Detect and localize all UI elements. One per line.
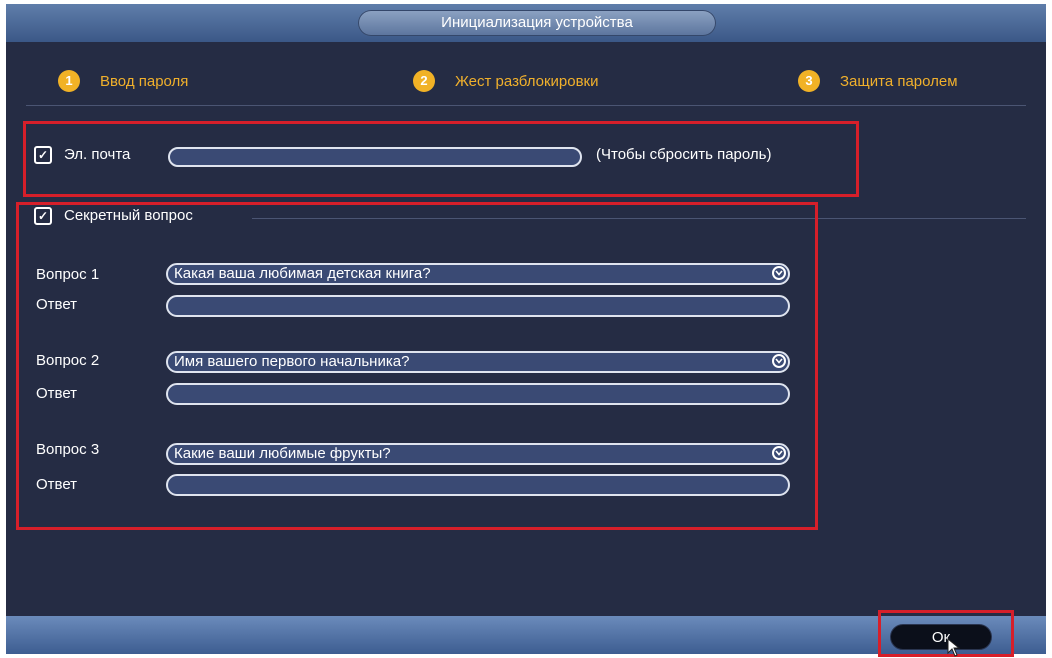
- security-highlight-box: [16, 202, 818, 530]
- step-2: 2 Жест разблокировки: [413, 70, 599, 92]
- step-1: 1 Ввод пароля: [58, 70, 188, 92]
- steps-divider: [26, 105, 1026, 106]
- step-2-label: Жест разблокировки: [455, 72, 599, 90]
- step-3-label: Защита паролем: [840, 72, 958, 90]
- step-3: 3 Защита паролем: [798, 70, 958, 92]
- mouse-cursor-icon: [947, 638, 961, 657]
- step-1-label: Ввод пароля: [100, 72, 189, 90]
- step-1-number: 1: [58, 70, 80, 92]
- title-bar: Инициализация устройства: [6, 4, 1046, 42]
- ok-button[interactable]: Ок: [890, 624, 992, 650]
- window-title: Инициализация устройства: [358, 10, 716, 36]
- step-3-number: 3: [798, 70, 820, 92]
- step-2-number: 2: [413, 70, 435, 92]
- email-highlight-box: [23, 121, 859, 197]
